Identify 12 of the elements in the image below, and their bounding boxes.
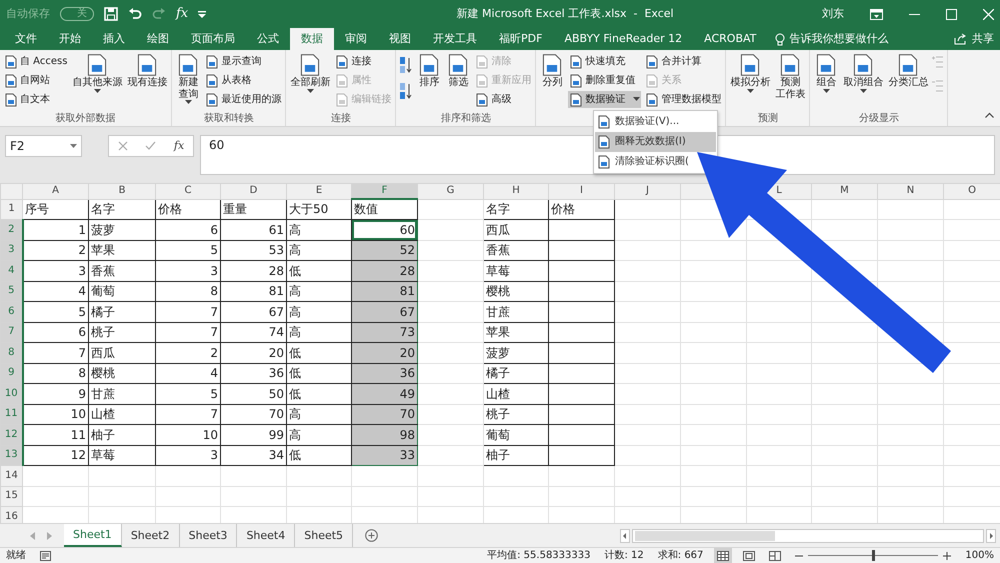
group-label: 获取外部数据 — [54, 113, 117, 125]
average-text: 平均值: 55.58333333 — [487, 550, 590, 562]
count-text: 计数: 12 — [604, 550, 644, 562]
group-label: 排序和筛选 — [440, 113, 492, 125]
autosave-label: 自动保存 — [6, 7, 50, 21]
status-text: 就绪 — [6, 550, 26, 562]
window-title: 新建 Microsoft Excel 工作表.xlsx - Excel — [456, 7, 675, 21]
group-label: 获取和转换 — [202, 113, 255, 125]
group-label: 分级显示 — [858, 113, 900, 125]
group-label: 连接 — [330, 113, 352, 125]
sum-text: 求和: 667 — [658, 550, 704, 562]
group-label: 预测 — [756, 113, 779, 125]
